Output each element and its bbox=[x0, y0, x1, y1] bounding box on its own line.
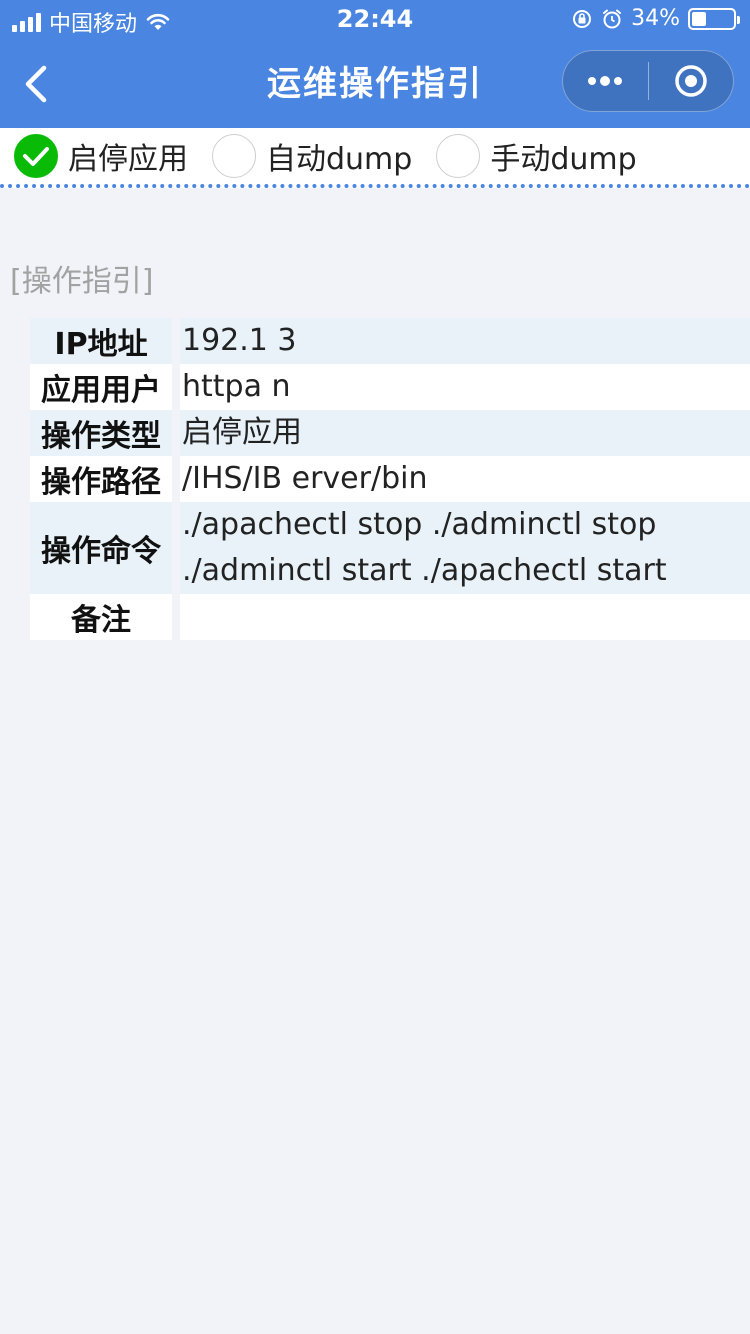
close-button[interactable] bbox=[649, 51, 734, 111]
operation-type-selector: 启停应用 自动dump 手动dump bbox=[0, 128, 750, 188]
table-row-op-path: 操作路径 /IHS/IB erver/bin bbox=[30, 456, 750, 502]
op-type-value: 启停应用 bbox=[182, 415, 302, 450]
more-button[interactable] bbox=[563, 51, 648, 111]
more-dots-icon bbox=[588, 76, 623, 86]
row-key: 操作类型 bbox=[30, 410, 172, 456]
unchecked-radio-icon bbox=[212, 134, 256, 178]
row-value: 启停应用 bbox=[180, 410, 750, 456]
table-row-op-command: 操作命令 ./apachectl stop ./adminctl stop ./… bbox=[30, 502, 750, 594]
checkmark-icon bbox=[23, 147, 49, 166]
status-bar: 中国移动 22:44 34% bbox=[0, 0, 750, 40]
status-right: 34% bbox=[571, 6, 740, 31]
row-value bbox=[180, 594, 750, 640]
battery-percent: 34% bbox=[631, 6, 680, 31]
app-header: 中国移动 22:44 34% 运维操作指引 bbox=[0, 0, 750, 128]
row-key: 操作路径 bbox=[30, 456, 172, 502]
row-key: IP地址 bbox=[30, 318, 172, 364]
table-row-ip: IP地址 192.1 3 bbox=[30, 318, 750, 364]
checked-radio-icon bbox=[14, 134, 58, 178]
operation-guide-table: IP地址 192.1 3 应用用户 httpa n 操作类型 启停应用 操作路径… bbox=[30, 318, 750, 640]
radio-label: 启停应用 bbox=[68, 142, 188, 177]
op-path-value: /IHS/IB erver/bin bbox=[182, 461, 428, 496]
command-line: ./apachectl stop ./adminctl stop bbox=[182, 507, 657, 542]
battery-fill bbox=[692, 11, 706, 26]
table-row-app-user: 应用用户 httpa n bbox=[30, 364, 750, 410]
target-icon bbox=[675, 65, 707, 97]
command-line: ./adminctl start ./apachectl start bbox=[182, 553, 667, 588]
app-user-value: httpa n bbox=[182, 369, 291, 404]
row-key: 备注 bbox=[30, 594, 172, 640]
radio-manual-dump[interactable]: 手动dump bbox=[436, 134, 637, 178]
battery-icon bbox=[688, 7, 740, 30]
row-value: httpa n bbox=[180, 364, 750, 410]
row-value: /IHS/IB erver/bin bbox=[180, 456, 750, 502]
unchecked-radio-icon bbox=[436, 134, 481, 178]
radio-label: 自动dump bbox=[266, 142, 413, 177]
nav-bar: 运维操作指引 bbox=[0, 40, 750, 128]
radio-label: 手动dump bbox=[490, 142, 637, 177]
orientation-lock-icon bbox=[573, 9, 592, 28]
radio-auto-dump[interactable]: 自动dump bbox=[212, 134, 412, 178]
mini-program-capsule bbox=[562, 50, 734, 112]
table-row-remark: 备注 bbox=[30, 594, 750, 640]
row-value: 192.1 3 bbox=[180, 318, 750, 364]
row-key: 操作命令 bbox=[30, 502, 172, 594]
row-value: ./apachectl stop ./adminctl stop ./admin… bbox=[180, 502, 750, 594]
row-key: 应用用户 bbox=[30, 364, 172, 410]
alarm-icon bbox=[603, 9, 622, 28]
section-title: [操作指引] bbox=[10, 264, 154, 299]
radio-start-stop-app[interactable]: 启停应用 bbox=[14, 134, 188, 178]
ip-value: 192.1 3 bbox=[182, 323, 297, 358]
table-row-op-type: 操作类型 启停应用 bbox=[30, 410, 750, 456]
